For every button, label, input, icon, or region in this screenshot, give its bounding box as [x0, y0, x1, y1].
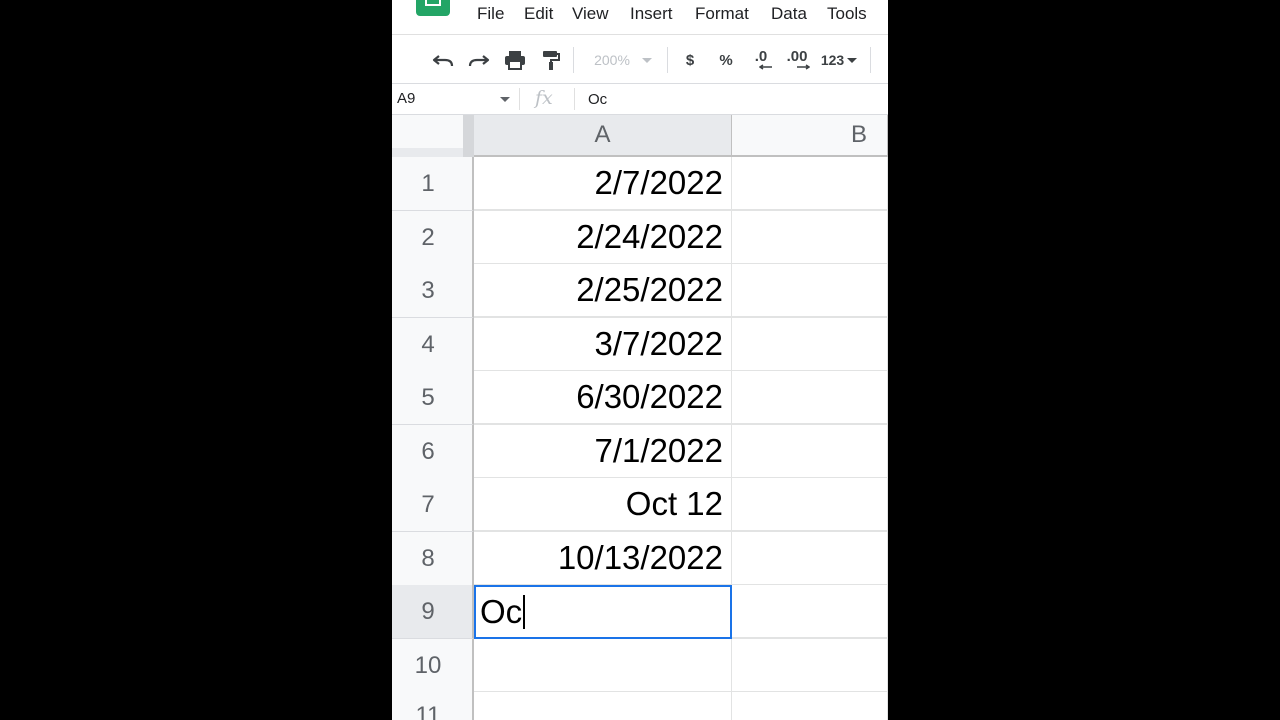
menu-data[interactable]: Data: [771, 4, 807, 24]
undo-button[interactable]: [430, 47, 456, 73]
cell-a1[interactable]: 2/7/2022: [474, 157, 732, 211]
formula-bar-divider: [519, 88, 520, 110]
menu-bar: File Edit View Insert Format Data Tools: [392, 0, 888, 34]
cell-a2[interactable]: 2/24/2022: [474, 211, 732, 265]
row-header[interactable]: 2: [392, 211, 474, 265]
row-header-active[interactable]: 9: [392, 585, 474, 639]
row-header[interactable]: 11: [392, 692, 474, 720]
increase-decimal-label: .00: [786, 48, 808, 65]
toolbar: 200% $ % .0 .00 123: [392, 34, 888, 84]
cell-a5[interactable]: 6/30/2022: [474, 371, 732, 425]
row-header[interactable]: 4: [392, 318, 474, 372]
menu-view[interactable]: View: [572, 4, 609, 24]
formula-bar-divider: [574, 88, 575, 110]
select-all-corner[interactable]: [392, 115, 474, 157]
row-header[interactable]: 6: [392, 425, 474, 479]
row-header[interactable]: 1: [392, 157, 474, 211]
arrow-left-icon: [759, 64, 772, 70]
decrease-decimal-button[interactable]: .0: [748, 47, 774, 73]
frozen-column-handle[interactable]: [463, 115, 474, 157]
cell-b6[interactable]: [732, 425, 888, 479]
cell-b2[interactable]: [732, 211, 888, 265]
row-header[interactable]: 5: [392, 371, 474, 425]
zoom-value: 200%: [594, 52, 630, 68]
chevron-down-icon: [847, 57, 858, 63]
cell-a3[interactable]: 2/25/2022: [474, 264, 732, 318]
sheet-grid: A B 1 2/7/2022 2 2/24/2022 3 2/25/2022 4…: [392, 115, 888, 720]
row-header[interactable]: 8: [392, 532, 474, 586]
cell-b11[interactable]: [732, 692, 888, 720]
row-header[interactable]: 3: [392, 264, 474, 318]
column-header-b[interactable]: B: [732, 115, 888, 157]
menu-file[interactable]: File: [477, 4, 504, 24]
cell-a6[interactable]: 7/1/2022: [474, 425, 732, 479]
cell-b3[interactable]: [732, 264, 888, 318]
print-button[interactable]: [502, 47, 528, 73]
toolbar-divider: [667, 47, 668, 73]
more-formats-button[interactable]: 123: [818, 47, 860, 73]
sheets-logo-icon[interactable]: [416, 0, 450, 16]
row-header[interactable]: 10: [392, 639, 474, 693]
formula-bar: A9 fx Oc: [392, 84, 888, 115]
toolbar-divider: [870, 47, 871, 73]
name-box-dropdown-icon[interactable]: [500, 97, 510, 102]
menu-insert[interactable]: Insert: [630, 4, 673, 24]
cell-b7[interactable]: [732, 478, 888, 532]
cell-a7[interactable]: Oct 12: [474, 478, 732, 532]
column-header-a[interactable]: A: [474, 115, 732, 157]
cell-b8[interactable]: [732, 532, 888, 586]
cell-a8[interactable]: 10/13/2022: [474, 532, 732, 586]
cell-b4[interactable]: [732, 318, 888, 372]
spreadsheet-app: File Edit View Insert Format Data Tools: [392, 0, 888, 720]
currency-format-button[interactable]: $: [680, 47, 700, 73]
more-formats-label: 123: [820, 52, 845, 68]
cell-a10[interactable]: [474, 639, 732, 693]
percent-format-button[interactable]: %: [716, 47, 736, 73]
redo-button[interactable]: [466, 47, 492, 73]
increase-decimal-button[interactable]: .00: [782, 47, 812, 73]
menu-edit[interactable]: Edit: [524, 4, 553, 24]
redo-icon: [468, 55, 490, 67]
paint-format-button[interactable]: [538, 47, 564, 73]
menu-tools[interactable]: Tools: [827, 4, 867, 24]
toolbar-divider: [573, 47, 574, 73]
arrow-right-icon: [797, 64, 810, 70]
frozen-row-handle[interactable]: [392, 148, 465, 157]
cell-b5[interactable]: [732, 371, 888, 425]
menu-format[interactable]: Format: [695, 4, 749, 24]
cell-b1[interactable]: [732, 157, 888, 211]
zoom-select[interactable]: 200%: [587, 47, 659, 73]
name-box[interactable]: A9: [397, 90, 415, 107]
cell-a11[interactable]: [474, 692, 732, 720]
cell-editor-text: Oc: [480, 593, 523, 630]
row-header[interactable]: 7: [392, 478, 474, 532]
print-icon: [505, 51, 525, 70]
undo-icon: [432, 55, 454, 67]
cell-b10[interactable]: [732, 639, 888, 693]
active-cell-editor[interactable]: Oc: [474, 585, 732, 639]
formula-input[interactable]: Oc: [588, 91, 607, 108]
fx-icon: fx: [535, 87, 553, 109]
cell-a4[interactable]: 3/7/2022: [474, 318, 732, 372]
cell-b9[interactable]: [732, 585, 888, 639]
decrease-decimal-label: .0: [754, 48, 768, 65]
paint-format-icon: [543, 51, 560, 70]
text-cursor: [523, 595, 526, 629]
chevron-down-icon: [641, 57, 652, 63]
